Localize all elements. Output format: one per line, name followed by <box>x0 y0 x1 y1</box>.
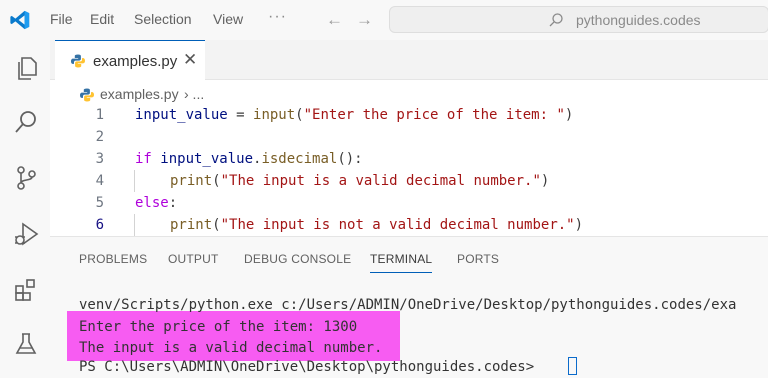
terminal-prompt-output: Enter the price of the item: 1300 <box>79 319 358 335</box>
forward-arrow-icon[interactable]: → <box>356 10 373 30</box>
python-file-icon <box>80 88 94 102</box>
code-line-6: 6 print("The input is not a valid decima… <box>50 214 768 236</box>
code-text: print("The input is not a valid decimal … <box>170 217 584 233</box>
tab-ports[interactable]: PORTS <box>457 252 499 266</box>
active-tab-indicator <box>370 272 432 273</box>
vscode-logo-icon[interactable] <box>9 8 31 32</box>
testing-icon[interactable] <box>12 330 40 358</box>
tab-output[interactable]: OUTPUT <box>168 252 219 266</box>
close-icon[interactable]: ✕ <box>183 50 197 70</box>
terminal-result-output: The input is a valid decimal number. <box>79 340 383 356</box>
search-text: pythonguides.codes <box>576 12 701 28</box>
code-line-4: 4 print("The input is a valid decimal nu… <box>50 170 768 192</box>
line-number: 4 <box>95 173 104 189</box>
breadcrumb-separator[interactable]: › ... <box>184 86 204 102</box>
menu-selection[interactable]: Selection <box>134 11 192 27</box>
code-text: input_value = input("Enter the price of … <box>135 107 574 123</box>
activity-bar <box>0 40 50 378</box>
more-menu-icon[interactable]: ··· <box>268 8 287 26</box>
tab-terminal[interactable]: TERMINAL <box>370 252 432 266</box>
tab-label: examples.py <box>93 53 178 70</box>
code-editor[interactable]: 1 input_value = input("Enter the price o… <box>50 104 768 236</box>
code-line-2: 2 <box>50 126 768 148</box>
editor-tab-bar: examples.py ✕ <box>50 40 768 80</box>
tab-problems[interactable]: PROBLEMS <box>79 252 147 266</box>
back-arrow-icon[interactable]: ← <box>326 10 343 30</box>
code-line-5: 5 else: <box>50 192 768 214</box>
extensions-icon[interactable] <box>12 276 40 304</box>
code-line-1: 1 input_value = input("Enter the price o… <box>50 104 768 126</box>
run-debug-icon[interactable] <box>12 220 40 248</box>
code-text: print("The input is a valid decimal numb… <box>170 173 550 189</box>
title-bar: File Edit Selection View ··· ← → pythong… <box>0 0 768 40</box>
menu-edit[interactable]: Edit <box>90 11 114 27</box>
breadcrumb-file[interactable]: examples.py <box>100 86 179 102</box>
code-line-3: 3 if input_value.isdecimal(): <box>50 148 768 170</box>
code-text: else: <box>135 195 178 211</box>
line-number: 2 <box>95 129 104 145</box>
explorer-icon[interactable] <box>12 54 40 82</box>
terminal-ps-prompt[interactable]: PS C:\Users\ADMIN\OneDrive\Desktop\pytho… <box>79 359 543 375</box>
line-number: 3 <box>95 151 104 167</box>
search-icon <box>549 13 563 27</box>
line-number: 1 <box>95 107 104 123</box>
tab-examples-py[interactable]: examples.py ✕ <box>55 40 205 80</box>
terminal-command-line: venv/Scripts/python.exe c:/Users/ADMIN/O… <box>79 297 737 313</box>
source-control-icon[interactable] <box>12 164 40 192</box>
line-number: 6 <box>95 217 104 233</box>
menu-view[interactable]: View <box>213 11 243 27</box>
line-number: 5 <box>95 195 104 211</box>
code-text: if input_value.isdecimal(): <box>135 151 363 167</box>
command-center-search[interactable]: pythonguides.codes <box>389 6 768 33</box>
python-file-icon <box>71 54 85 68</box>
terminal-cursor <box>568 357 577 375</box>
bottom-panel: PROBLEMS OUTPUT DEBUG CONSOLE TERMINAL P… <box>50 237 768 378</box>
menu-file[interactable]: File <box>50 11 73 27</box>
tab-debug-console[interactable]: DEBUG CONSOLE <box>244 252 351 266</box>
search-icon[interactable] <box>12 108 40 136</box>
